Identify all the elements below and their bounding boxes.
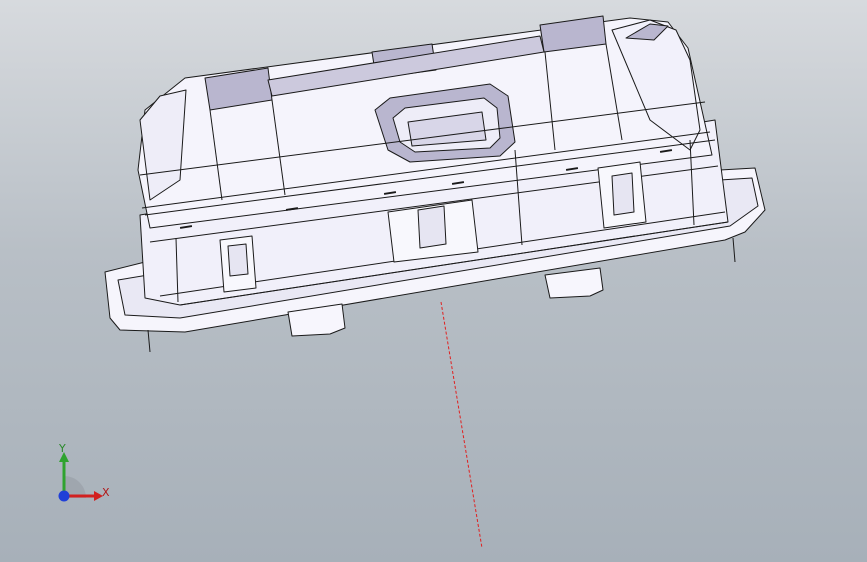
cad-model-view[interactable]: [0, 0, 867, 562]
y-axis-label: Y: [59, 442, 66, 455]
pin-right: [732, 237, 736, 263]
slot-left-inner: [227, 243, 249, 277]
graphics-viewport[interactable]: Y X: [0, 0, 867, 562]
pin-left: [147, 329, 151, 353]
slot-right-inner: [611, 172, 635, 216]
x-axis-label: X: [102, 486, 110, 499]
sketch-line[interactable]: [440, 301, 483, 549]
z-axis-dot: [58, 490, 70, 502]
mount-tab-right[interactable]: [544, 267, 604, 299]
reference-triad: [58, 452, 103, 502]
slot-center-inner: [417, 205, 447, 249]
